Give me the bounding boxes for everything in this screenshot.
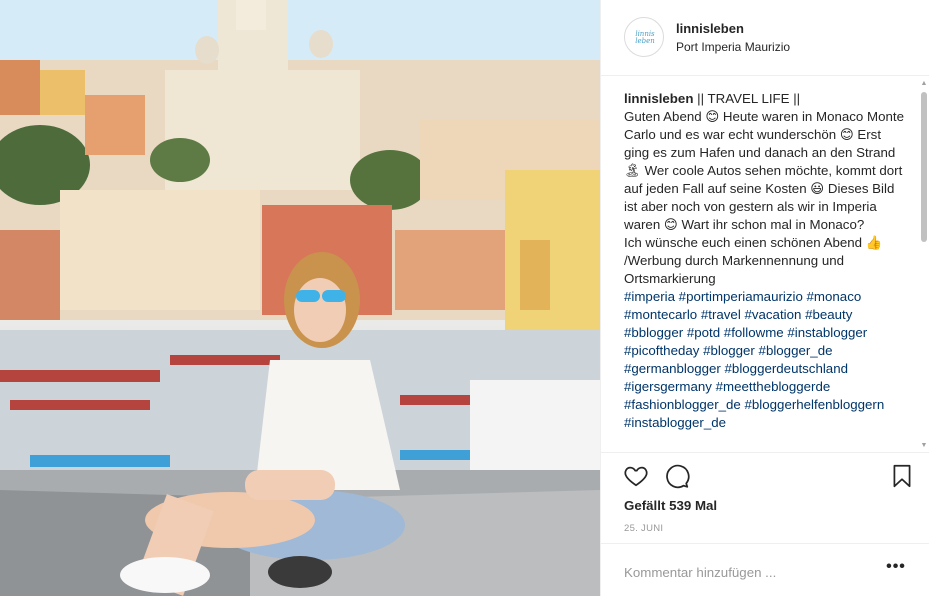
caption-text-2: Ich wünsche euch einen schönen Abend 👍 /… xyxy=(624,235,883,286)
more-options-button[interactable]: ••• xyxy=(883,559,909,580)
like-button[interactable] xyxy=(623,463,649,489)
bookmark-icon xyxy=(893,464,911,488)
avatar[interactable]: linnis leben xyxy=(624,17,664,57)
caption-scrollbar[interactable]: ▲ ▼ xyxy=(919,80,929,450)
save-button[interactable] xyxy=(889,463,915,489)
post-sidebar: linnis leben linnisleben Port Imperia Ma… xyxy=(600,0,929,596)
caption-title: || TRAVEL LIFE || xyxy=(693,91,801,106)
post-photo[interactable] xyxy=(0,0,600,596)
caption-text-1: Guten Abend 😊 Heute waren in Monaco Mont… xyxy=(624,109,904,232)
post-actions xyxy=(601,452,929,492)
comment-button[interactable] xyxy=(664,463,690,489)
scroll-up-arrow-icon[interactable]: ▲ xyxy=(920,80,928,88)
likes-count[interactable]: Gefällt 539 Mal xyxy=(624,498,717,513)
post-date[interactable]: 25. JUNI xyxy=(624,523,663,534)
avatar-logo: linnis leben xyxy=(635,30,655,45)
post-header: linnis leben linnisleben Port Imperia Ma… xyxy=(601,0,929,76)
heart-outline-icon xyxy=(624,466,648,487)
caption-username[interactable]: linnisleben xyxy=(624,91,693,106)
caption: linnisleben || TRAVEL LIFE || Guten Aben… xyxy=(624,90,906,432)
location-link[interactable]: Port Imperia Maurizio xyxy=(676,40,790,54)
speech-bubble-icon xyxy=(666,464,690,489)
comment-bar: ••• xyxy=(601,543,929,596)
caption-hashtags[interactable]: #imperia #portimperiamaurizio #monaco #m… xyxy=(624,288,906,432)
scrollbar-thumb[interactable] xyxy=(921,92,927,242)
scroll-down-arrow-icon[interactable]: ▼ xyxy=(920,442,928,450)
header-username[interactable]: linnisleben xyxy=(676,21,744,36)
caption-scroll-area[interactable]: linnisleben || TRAVEL LIFE || Guten Aben… xyxy=(601,86,929,449)
photo-illustration xyxy=(0,0,600,596)
comment-input[interactable] xyxy=(624,562,864,582)
